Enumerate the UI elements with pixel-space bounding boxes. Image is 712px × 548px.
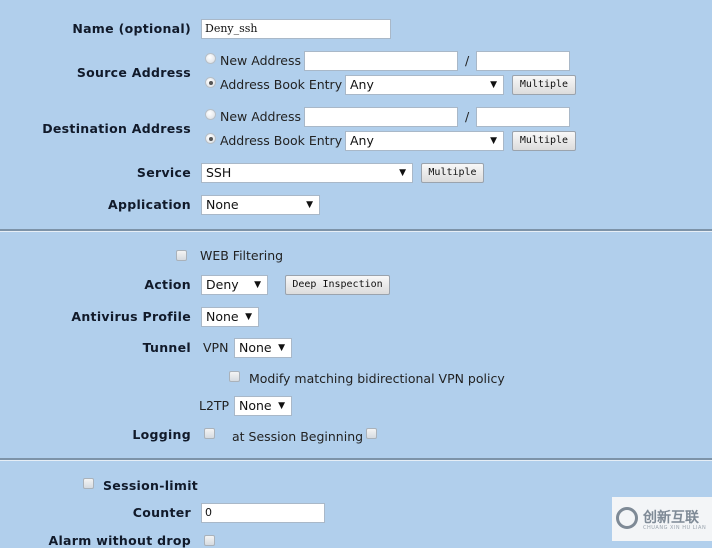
vpn-select[interactable]: None ▼	[234, 338, 292, 358]
service-label: Service	[136, 165, 191, 180]
web-filtering-checkbox[interactable]	[176, 250, 187, 261]
application-label: Application	[107, 197, 191, 212]
action-select[interactable]: Deny ▼	[201, 275, 268, 295]
modify-vpn-policy-label: Modify matching bidirectional VPN policy	[249, 371, 505, 386]
web-filtering-label: WEB Filtering	[200, 248, 284, 263]
session-limit-checkbox[interactable]	[83, 478, 94, 489]
source-address-input[interactable]	[304, 51, 458, 71]
deep-inspection-button[interactable]: Deep Inspection	[285, 275, 390, 295]
name-input[interactable]: Deny_ssh	[201, 19, 391, 39]
section-divider	[0, 458, 712, 461]
name-label: Name (optional)	[72, 21, 191, 36]
counter-input[interactable]: 0	[201, 503, 325, 523]
destination-slash: /	[465, 109, 470, 124]
antivirus-profile-value: None	[206, 309, 239, 324]
l2tp-label: L2TP	[199, 398, 230, 413]
application-value: None	[206, 197, 239, 212]
destination-mask-input[interactable]	[476, 107, 570, 127]
watermark-logo: 创新互联 CHUANG XIN HU LIAN	[612, 497, 712, 541]
source-address-book-radio[interactable]	[205, 77, 216, 88]
modify-vpn-policy-checkbox[interactable]	[229, 371, 240, 382]
service-value: SSH	[206, 165, 232, 180]
l2tp-select[interactable]: None ▼	[234, 396, 292, 416]
source-new-address-label: New Address	[220, 53, 302, 68]
l2tp-value: None	[239, 398, 272, 413]
destination-address-input[interactable]	[304, 107, 458, 127]
watermark-text: 创新互联	[643, 510, 699, 526]
antivirus-profile-select[interactable]: None ▼	[201, 307, 259, 327]
destination-address-book-radio[interactable]	[205, 133, 216, 144]
antivirus-profile-label: Antivirus Profile	[71, 309, 191, 324]
chevron-down-icon: ▼	[278, 343, 285, 353]
action-label: Action	[144, 277, 191, 292]
session-beginning-label: at Session Beginning	[232, 429, 364, 444]
source-address-book-label: Address Book Entry	[220, 77, 343, 92]
vpn-value: None	[239, 340, 272, 355]
destination-multiple-button[interactable]: Multiple	[512, 131, 576, 151]
session-beginning-checkbox[interactable]	[366, 428, 377, 439]
source-address-label: Source Address	[76, 65, 191, 80]
source-new-address-radio[interactable]	[205, 53, 216, 64]
counter-label: Counter	[132, 505, 191, 520]
session-limit-label: Session-limit	[103, 478, 199, 493]
service-select[interactable]: SSH ▼	[201, 163, 413, 183]
watermark-subtext: CHUANG XIN HU LIAN	[643, 525, 707, 531]
service-multiple-button[interactable]: Multiple	[421, 163, 484, 183]
chevron-down-icon: ▼	[245, 312, 252, 322]
logging-label: Logging	[132, 427, 191, 442]
logo-icon	[616, 507, 638, 529]
destination-address-book-value: Any	[350, 133, 374, 148]
source-address-book-select[interactable]: Any ▼	[345, 75, 504, 95]
source-address-book-value: Any	[350, 77, 374, 92]
destination-address-book-select[interactable]: Any ▼	[345, 131, 504, 151]
source-multiple-button[interactable]: Multiple	[512, 75, 576, 95]
application-select[interactable]: None ▼	[201, 195, 320, 215]
tunnel-label: Tunnel	[142, 340, 191, 355]
destination-new-address-radio[interactable]	[205, 109, 216, 120]
section-divider	[0, 229, 712, 232]
destination-new-address-label: New Address	[220, 109, 302, 124]
source-mask-input[interactable]	[476, 51, 570, 71]
chevron-down-icon: ▼	[399, 168, 406, 178]
chevron-down-icon: ▼	[278, 401, 285, 411]
source-slash: /	[465, 53, 470, 68]
chevron-down-icon: ▼	[490, 136, 497, 146]
logging-checkbox[interactable]	[204, 428, 215, 439]
action-value: Deny	[206, 277, 239, 292]
chevron-down-icon: ▼	[490, 80, 497, 90]
chevron-down-icon: ▼	[254, 280, 261, 290]
chevron-down-icon: ▼	[306, 200, 313, 210]
vpn-label: VPN	[203, 340, 229, 355]
destination-address-book-label: Address Book Entry	[220, 133, 343, 148]
destination-address-label: Destination Address	[42, 121, 191, 136]
